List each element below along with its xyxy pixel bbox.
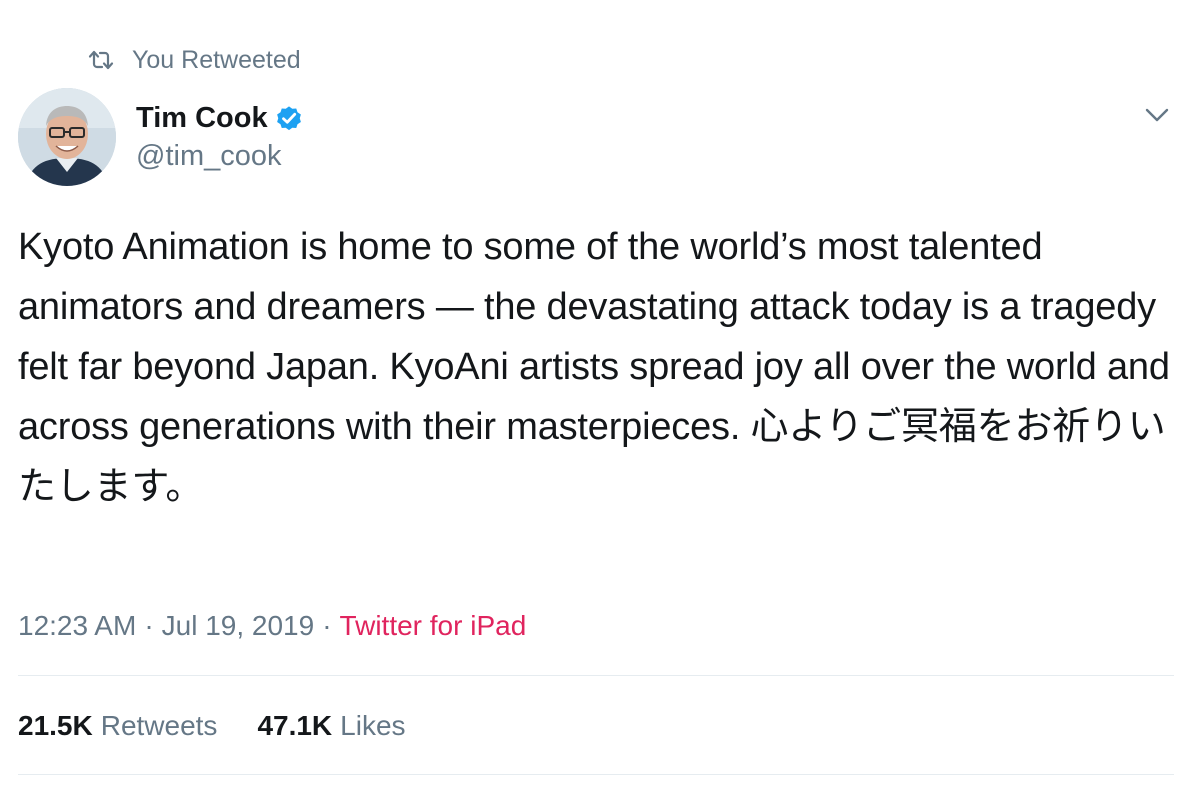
author-display-name[interactable]: Tim Cook [136,102,268,135]
likes-label: Likes [340,710,406,741]
tweet-stats: 21.5K Retweets 47.1K Likes [18,706,446,746]
retweets-stat[interactable]: 21.5K Retweets [18,710,217,742]
meta-separator: · [144,610,154,641]
retweet-banner: You Retweeted [88,44,301,76]
retweet-banner-label: You Retweeted [132,45,301,74]
tweet-source-link[interactable]: Twitter for iPad [340,610,527,642]
retweets-label: Retweets [100,710,218,741]
meta-separator: · [322,610,332,641]
likes-count: 47.1K [257,710,333,741]
tweet-date[interactable]: Jul 19, 2019 [162,610,315,642]
chevron-down-icon [1145,108,1169,122]
author-handle[interactable]: @tim_cook [136,140,281,173]
tweet-time[interactable]: 12:23 AM [18,610,136,642]
tweet-options-button[interactable] [1142,100,1172,130]
divider [18,675,1174,676]
divider [18,774,1174,775]
likes-stat[interactable]: 47.1K Likes [257,710,405,742]
author-avatar[interactable] [18,88,116,186]
verified-badge-icon [274,103,304,133]
tweet-text: Kyoto Animation is home to some of the w… [18,226,1181,508]
retweet-icon [88,49,114,71]
author-name-row[interactable]: Tim Cook [136,98,304,138]
retweets-count: 21.5K [18,710,93,741]
tweet-meta: 12:23 AM · Jul 19, 2019 · Twitter for iP… [18,606,526,646]
